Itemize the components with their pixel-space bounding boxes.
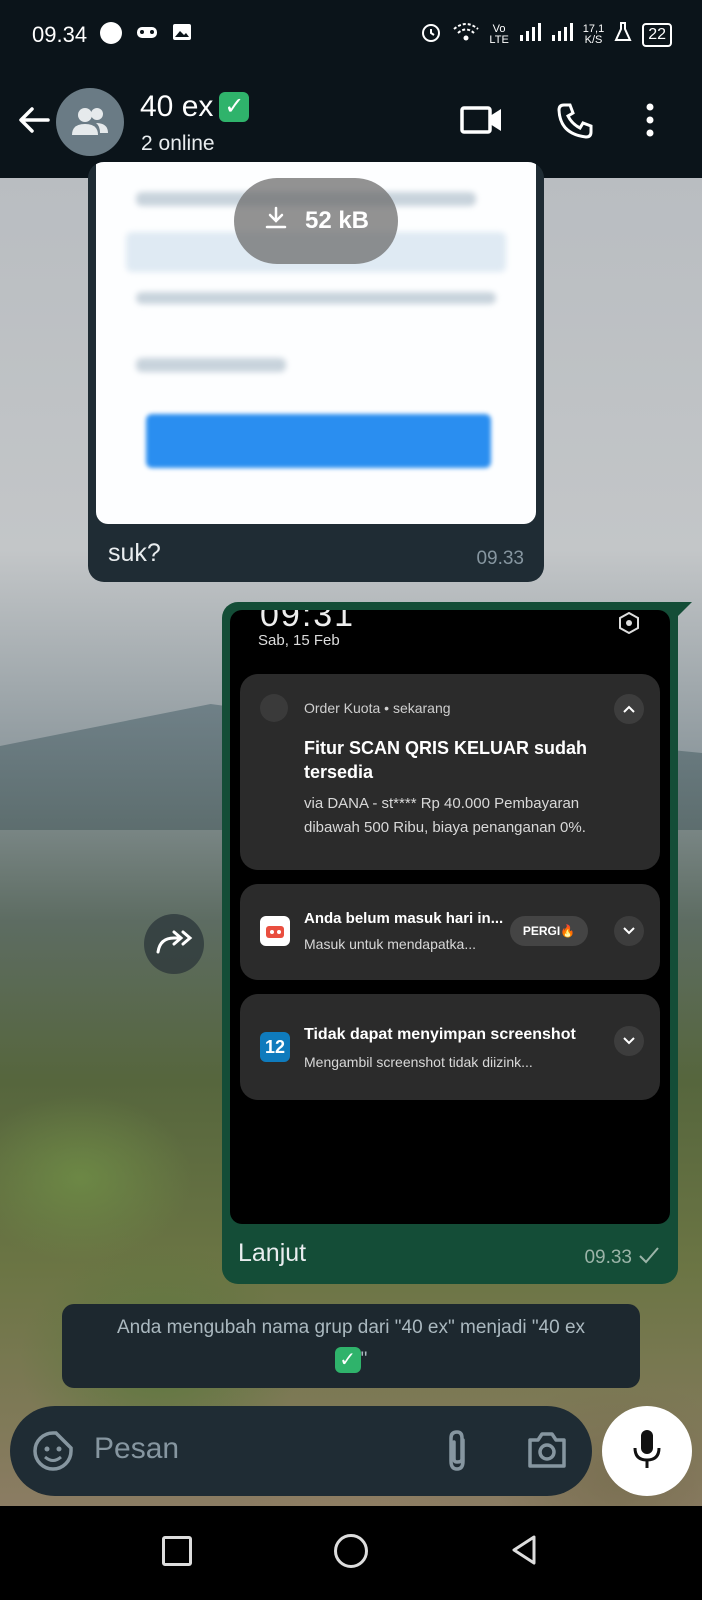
app-12-icon: 12 [260,1032,290,1062]
microphone-icon [632,1428,662,1475]
notification-dot-icon [100,22,122,44]
forward-button[interactable] [144,914,204,974]
more-options-icon[interactable] [644,102,656,143]
chevron-down-icon [614,1026,644,1056]
outgoing-message-bubble[interactable]: 09:31 Sab, 15 Feb Order Kuota • sekarang… [222,602,678,1284]
camera-icon[interactable] [526,1430,568,1475]
forward-icon [154,928,194,961]
check-mark-emoji-icon: ✓ [334,1346,361,1373]
flask-icon [614,22,632,47]
notification-title: Anda belum masuk hari in... [304,910,504,927]
voice-call-icon[interactable] [556,102,594,145]
volte-label: Vo LTE [489,22,509,46]
notification-body: Masuk untuk mendapatka... [304,936,476,952]
chat-title[interactable]: 40 ex ✓ [140,90,250,124]
system-navigation-bar [0,1506,702,1600]
download-size: 52 kB [304,207,370,234]
signal-icon-1 [519,22,541,47]
notification-card: Order Kuota • sekarang Fitur SCAN QRIS K… [240,674,660,870]
order-kuota-app-icon [260,694,288,722]
download-icon [263,205,289,238]
notification-action-button: PERGI🔥 [510,916,588,946]
status-bar: 09.34 Vo LTE 17,1 K/S 22 [0,0,702,72]
notification-title: Fitur SCAN QRIS KELUAR sudah tersedia [304,738,588,782]
recents-icon[interactable] [162,1536,192,1566]
signal-icon-2 [551,22,573,47]
message-time: 09.33 [476,548,524,569]
message-composer[interactable]: Pesan [10,1406,592,1496]
attach-icon[interactable] [442,1428,472,1479]
settings-gear-icon [618,611,640,635]
voice-message-button[interactable] [602,1406,692,1496]
check-mark-emoji-icon: ✓ [219,92,250,122]
nav-back-icon[interactable] [510,1534,538,1571]
home-icon[interactable] [334,1534,368,1568]
screenshot-date: Sab, 15 Feb [258,632,340,649]
back-arrow-icon[interactable] [14,100,54,140]
group-name: 40 ex [140,90,214,123]
message-text: Lanjut [238,1239,307,1267]
sticker-emoji-icon[interactable] [30,1428,76,1474]
single-check-icon [638,1246,660,1270]
chevron-down-icon [614,916,644,946]
download-button[interactable]: 52 kB [234,178,398,264]
message-meta: 09.33 [584,1246,660,1270]
group-avatar[interactable] [56,88,124,156]
notification-title: Tidak dapat menyimpan screenshot [304,1026,576,1043]
notification-card: Anda belum masuk hari in... Masuk untuk … [240,884,660,980]
message-time: 09.33 [584,1247,632,1268]
online-status: 2 online [141,132,215,155]
message-text: suk? [108,539,161,567]
game-controller-icon [136,22,158,48]
status-time: 09.34 [32,22,88,47]
chevron-up-icon [614,694,644,724]
game-app-icon [260,916,290,946]
alarm-icon [419,20,443,49]
network-speed: 17,1 K/S [582,22,605,46]
wifi-icon [453,21,480,48]
notification-card: 12 Tidak dapat menyimpan screenshot Meng… [240,994,660,1100]
system-message: Anda mengubah nama grup dari "40 ex" men… [62,1304,640,1388]
battery-indicator: 22 [642,22,672,47]
notification-body: via DANA - st**** Rp 40.000 Pembayaran d… [304,795,586,836]
notification-app: Order Kuota • sekarang [304,700,451,716]
message-input[interactable]: Pesan [94,1432,179,1466]
notification-body: Mengambil screenshot tidak diizink... [304,1054,533,1070]
video-call-icon[interactable] [460,102,504,143]
system-message-text: Anda mengubah nama grup dari "40 ex" men… [116,1317,586,1338]
screenshot-image[interactable]: 09:31 Sab, 15 Feb Order Kuota • sekarang… [230,610,670,1224]
system-message-quote: " [360,1349,368,1370]
gallery-icon [172,22,192,48]
